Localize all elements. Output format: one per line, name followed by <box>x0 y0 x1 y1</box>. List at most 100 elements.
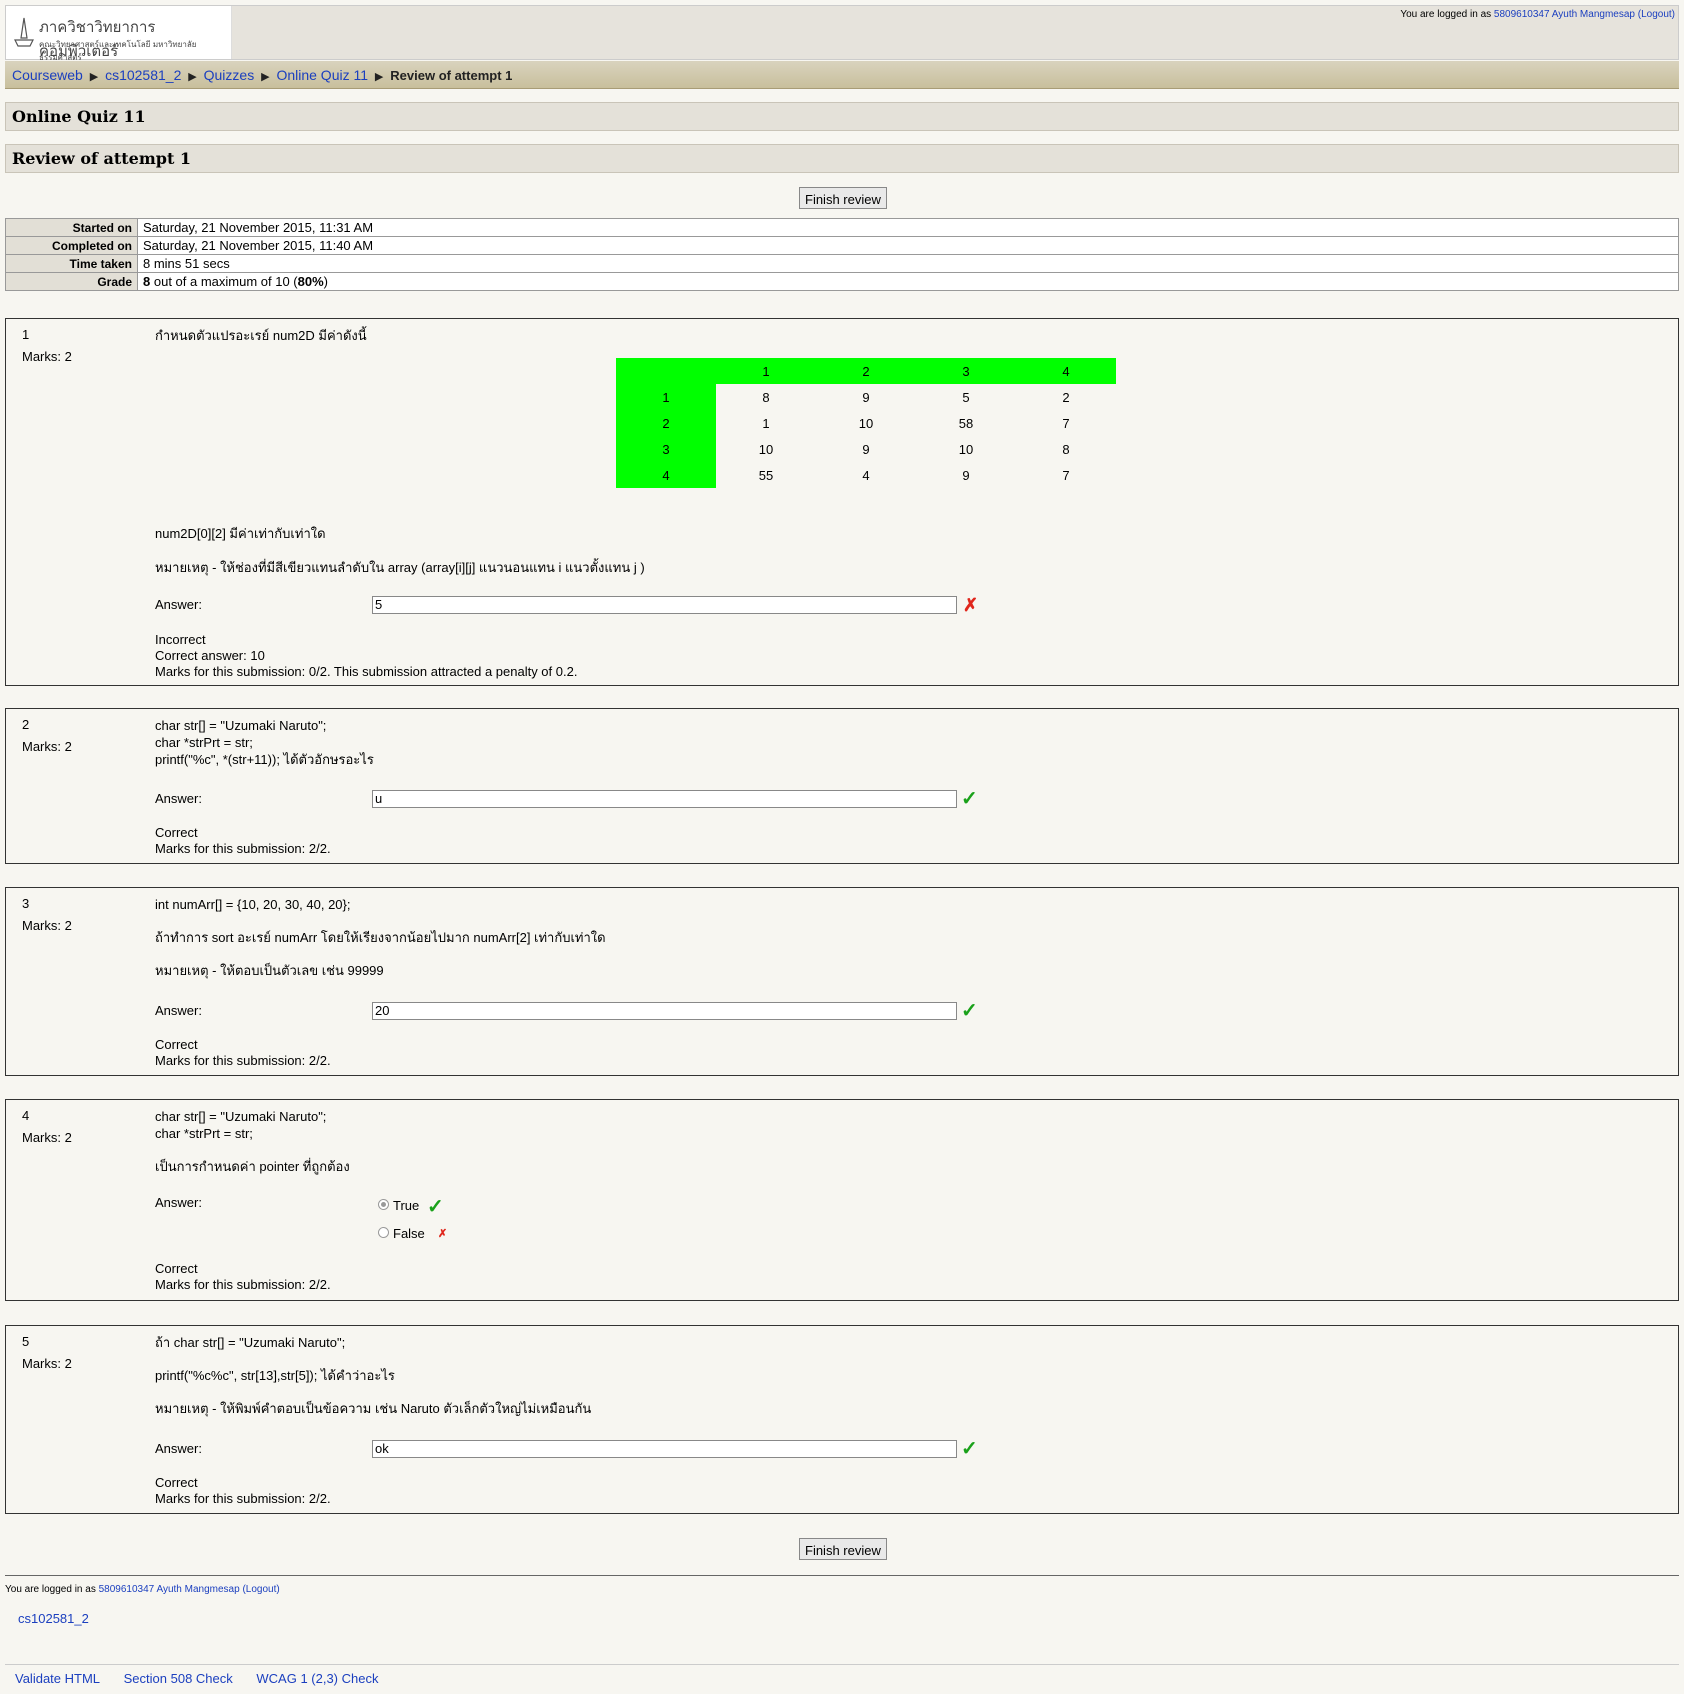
question-3: 3 Marks: 2 int numArr[] = {10, 20, 30, 4… <box>5 887 1679 1076</box>
breadcrumb-courseweb[interactable]: Courseweb <box>12 67 83 83</box>
check-icon: ✓ <box>961 788 978 810</box>
feedback-marks: Marks for this submission: 2/2. <box>155 1053 331 1068</box>
question-marks: Marks: 2 <box>22 739 72 754</box>
question-number: 1 <box>22 327 30 342</box>
answer-label: Answer: <box>155 1195 202 1210</box>
site-logo[interactable]: ภาควิชาวิทยาการคอมพิวเตอร์ คณะวิทยาศาสตร… <box>6 6 232 62</box>
review-title: Review of attempt 1 <box>5 144 1679 173</box>
user-profile-link[interactable]: 5809610347 Ayuth Mangmesap <box>1494 9 1635 20</box>
cross-icon: ✗ <box>438 1228 448 1240</box>
breadcrumb-course[interactable]: cs102581_2 <box>105 67 181 83</box>
question-text: char str[] = "Uzumaki Naruto"; char *str… <box>155 717 1668 768</box>
question-line: กำหนดตัวแปรอะเรย์ num2D มีค่าดังนี้ <box>155 328 367 343</box>
attempt-summary-table: Started on Saturday, 21 November 2015, 1… <box>5 218 1679 291</box>
question-number: 3 <box>22 896 30 911</box>
question-line: printf("%c%c", str[13],str[5]); ได้คำว่า… <box>155 1368 395 1383</box>
login-info: You are logged in as 5809610347 Ayuth Ma… <box>1400 9 1675 20</box>
question-text: int numArr[] = {10, 20, 30, 40, 20}; ถ้า… <box>155 896 1668 979</box>
feedback-marks: Marks for this submission: 0/2. This sub… <box>155 664 578 679</box>
table-header-cell: 2 <box>816 358 916 384</box>
answer-label: Answer: <box>155 791 202 806</box>
answer-label: Answer: <box>155 597 202 612</box>
question-line: char *strPrt = str; <box>155 1126 253 1141</box>
page-header: ภาควิชาวิทยาการคอมพิวเตอร์ คณะวิทยาศาสตร… <box>5 5 1679 62</box>
logout-link[interactable]: (Logout) <box>1638 9 1675 20</box>
finish-review-button[interactable]: Finish review <box>799 1538 887 1560</box>
option-true-label[interactable]: True <box>393 1198 419 1213</box>
table-cell: 55 <box>758 467 774 483</box>
table-cell: 8 <box>1062 441 1070 457</box>
array-table: 1 2 3 4 1 8 9 5 2 2 1 10 58 7 3 10 9 10 … <box>616 358 1116 488</box>
answer-field[interactable]: 20 <box>372 1002 957 1020</box>
question-text: กำหนดตัวแปรอะเรย์ num2D มีค่าดังนี้ <box>155 327 1668 344</box>
check-icon: ✓ <box>961 1000 978 1022</box>
table-header-cell: 4 <box>1016 358 1116 384</box>
radio-false[interactable] <box>378 1227 389 1238</box>
logout-link[interactable]: (Logout) <box>242 1584 279 1595</box>
question-feedback: Correct Marks for this submission: 2/2. <box>155 1261 331 1293</box>
feedback-marks: Marks for this submission: 2/2. <box>155 1491 331 1506</box>
breadcrumb: Courseweb ▶ cs102581_2 ▶ Quizzes ▶ Onlin… <box>5 61 1679 89</box>
table-cell: 7 <box>1062 415 1070 431</box>
table-row: Time taken 8 mins 51 secs <box>5 254 1679 273</box>
table-row-header: 3 <box>616 436 716 462</box>
time-taken-value: 8 mins 51 secs <box>137 254 1679 273</box>
completed-label: Completed on <box>5 236 138 255</box>
question-text: char str[] = "Uzumaki Naruto"; char *str… <box>155 1108 1668 1175</box>
question-feedback: Incorrect Correct answer: 10 Marks for t… <box>155 632 577 680</box>
table-row: 2 1 10 58 7 <box>616 410 1116 436</box>
wcag-check-link[interactable]: WCAG 1 (2,3) Check <box>256 1671 378 1686</box>
table-cell: 9 <box>862 389 870 405</box>
question-note: หมายเหตุ - ให้พิมพ์คำตอบเป็นข้อความ เช่น… <box>155 1401 592 1416</box>
question-feedback: Correct Marks for this submission: 2/2. <box>155 1037 331 1069</box>
table-cell: 10 <box>958 441 974 457</box>
table-row: 4 55 4 9 7 <box>616 462 1116 488</box>
table-cell: 9 <box>962 467 970 483</box>
option-false-label[interactable]: False <box>393 1226 425 1241</box>
question-line: num2D[0][2] มีค่าเท่ากับเท่าใด <box>155 526 326 541</box>
table-cell: 8 <box>762 389 770 405</box>
table-cell: 5 <box>962 389 970 405</box>
answer-label: Answer: <box>155 1441 202 1456</box>
university-emblem-icon <box>14 17 34 47</box>
grade-score: 8 <box>143 274 151 289</box>
answer-field[interactable]: ok <box>372 1440 957 1458</box>
triangle-right-icon: ▶ <box>188 71 197 83</box>
feedback-status: Incorrect <box>155 632 206 647</box>
check-icon: ✓ <box>961 1438 978 1460</box>
question-number: 4 <box>22 1108 30 1123</box>
table-header-cell: 1 <box>716 358 816 384</box>
question-1: 1 Marks: 2 กำหนดตัวแปรอะเรย์ num2D มีค่า… <box>5 318 1679 686</box>
breadcrumb-quiz[interactable]: Online Quiz 11 <box>276 67 368 83</box>
answer-field[interactable]: u <box>372 790 957 808</box>
user-profile-link[interactable]: 5809610347 Ayuth Mangmesap <box>99 1584 240 1595</box>
course-home-link[interactable]: cs102581_2 <box>18 1611 89 1626</box>
grade-text-end: ) <box>323 274 329 289</box>
question-4: 4 Marks: 2 char str[] = "Uzumaki Naruto"… <box>5 1099 1679 1301</box>
table-cell: 1 <box>762 415 770 431</box>
feedback-status: Correct <box>155 1261 198 1276</box>
validate-html-link[interactable]: Validate HTML <box>15 1671 100 1686</box>
table-row: 1 2 3 4 <box>616 358 1116 384</box>
question-number: 5 <box>22 1334 30 1349</box>
table-cell: 2 <box>1062 389 1070 405</box>
feedback-status: Correct <box>155 1475 198 1490</box>
login-info-footer: You are logged in as 5809610347 Ayuth Ma… <box>5 1584 280 1595</box>
finish-review-button[interactable]: Finish review <box>799 187 887 209</box>
cross-icon: ✗ <box>963 595 979 615</box>
grade-text: out of a maximum of 10 ( <box>153 274 298 289</box>
answer-field[interactable]: 5 <box>372 596 957 614</box>
table-cell: 58 <box>958 415 974 431</box>
login-prefix: You are logged in as <box>5 1584 96 1595</box>
table-row-header: 1 <box>616 384 716 410</box>
breadcrumb-quizzes[interactable]: Quizzes <box>204 67 255 83</box>
started-value: Saturday, 21 November 2015, 11:31 AM <box>137 218 1679 237</box>
feedback-marks: Marks for this submission: 2/2. <box>155 841 331 856</box>
started-label: Started on <box>5 218 138 237</box>
table-cell: 10 <box>858 415 874 431</box>
section-508-link[interactable]: Section 508 Check <box>124 1671 233 1686</box>
table-cell: 10 <box>758 441 774 457</box>
radio-true[interactable] <box>378 1199 389 1210</box>
question-note: หมายเหตุ - ให้ช่องที่มีสีเขียวแทนลำดับใน… <box>155 560 645 575</box>
question-marks: Marks: 2 <box>22 918 72 933</box>
